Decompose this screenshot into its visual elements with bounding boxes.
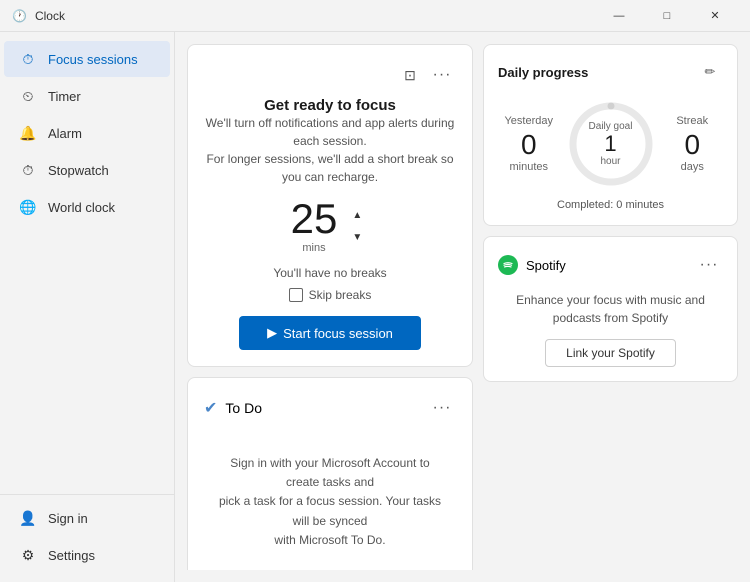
skip-breaks-label: Skip breaks [309, 288, 372, 302]
main-content: ⊡ ··· Get ready to focus We'll turn off … [175, 32, 750, 582]
minimize-button[interactable]: — [596, 0, 642, 32]
sidebar-item-world-clock[interactable]: 🌐 World clock [4, 189, 170, 225]
daily-progress-card: Daily progress ✏ Yesterday 0 minutes [483, 44, 738, 226]
sidebar-item-alarm[interactable]: 🔔 Alarm [4, 115, 170, 151]
streak-unit: days [662, 161, 724, 173]
focus-title: Get ready to focus [204, 97, 456, 114]
todo-card: ✔ To Do ··· Sign in with your Microsoft … [187, 377, 473, 570]
sidebar-item-settings[interactable]: ⚙ Settings [4, 537, 170, 573]
todo-check-icon: ✔ [204, 398, 217, 418]
left-panel: ⊡ ··· Get ready to focus We'll turn off … [187, 44, 473, 570]
todo-more-dots-icon: ··· [433, 399, 452, 417]
sign-in-icon: 👤 [20, 510, 36, 526]
sidebar-label-stopwatch: Stopwatch [48, 163, 109, 178]
completed-text: Completed: 0 minutes [498, 199, 723, 211]
sidebar-nav: ⏱ Focus sessions ⏲ Timer 🔔 Alarm ⏱ Stopw… [0, 40, 174, 494]
spotify-title-group: Spotify [498, 255, 566, 275]
link-spotify-button[interactable]: Link your Spotify [545, 339, 676, 367]
maximize-button[interactable]: □ [644, 0, 690, 32]
focus-card-header: ⊡ ··· [204, 61, 456, 89]
daily-goal-unit: hour [589, 156, 633, 167]
sidebar-label-timer: Timer [48, 89, 81, 104]
spotify-more-dots-icon: ··· [700, 256, 719, 274]
sidebar-item-focus-sessions[interactable]: ⏱ Focus sessions [4, 41, 170, 77]
todo-header: ✔ To Do ··· [204, 394, 456, 422]
app-title: Clock [35, 9, 65, 23]
focus-expand-button[interactable]: ⊡ [396, 61, 424, 89]
titlebar-left: 🕐 Clock [12, 9, 65, 23]
todo-body: Sign in with your Microsoft Account to c… [204, 434, 456, 570]
sidebar-label-settings: Settings [48, 548, 95, 563]
right-panel: Daily progress ✏ Yesterday 0 minutes [483, 44, 738, 570]
todo-title: To Do [225, 400, 262, 416]
titlebar: 🕐 Clock — □ ✕ [0, 0, 750, 32]
sidebar-bottom: 👤 Sign in ⚙ Settings [0, 494, 174, 574]
skip-breaks-checkbox[interactable] [289, 288, 303, 302]
spotify-logo-icon [498, 255, 518, 275]
skip-breaks-group: Skip breaks [204, 288, 456, 302]
progress-ring: Daily goal 1 hour [566, 99, 656, 189]
spotify-card: Spotify ··· Enhance your focus with musi… [483, 236, 738, 382]
more-dots-icon: ··· [433, 66, 452, 84]
todo-title-group: ✔ To Do [204, 398, 262, 418]
sidebar: ⏱ Focus sessions ⏲ Timer 🔔 Alarm ⏱ Stopw… [0, 32, 175, 582]
timer-decrement-button[interactable]: ▼ [345, 227, 369, 247]
streak-value: 0 [662, 131, 724, 159]
yesterday-stat: Yesterday 0 minutes [498, 115, 560, 173]
yesterday-unit: minutes [498, 161, 560, 173]
timer-increment-button[interactable]: ▲ [345, 205, 369, 225]
alarm-icon: 🔔 [20, 125, 36, 141]
todo-more-button[interactable]: ··· [428, 394, 456, 422]
world-clock-icon: 🌐 [20, 199, 36, 215]
timer-section: 25 mins ▲ ▼ [204, 198, 456, 254]
timer-icon: ⏲ [20, 88, 36, 104]
timer-display-group: 25 mins [291, 198, 338, 254]
no-breaks-text: You'll have no breaks [204, 266, 456, 280]
close-button[interactable]: ✕ [692, 0, 738, 32]
sidebar-label-alarm: Alarm [48, 126, 82, 141]
play-icon: ▶ [267, 325, 277, 341]
stopwatch-icon: ⏱ [20, 162, 36, 178]
sidebar-label-focus-sessions: Focus sessions [48, 52, 138, 67]
titlebar-controls: — □ ✕ [596, 0, 738, 32]
yesterday-value: 0 [498, 131, 560, 159]
streak-stat: Streak 0 days [662, 115, 724, 173]
progress-title: Daily progress [498, 65, 588, 80]
spotify-header: Spotify ··· [498, 251, 723, 279]
start-btn-label: Start focus session [283, 326, 393, 341]
timer-unit: mins [291, 242, 338, 254]
sidebar-item-stopwatch[interactable]: ⏱ Stopwatch [4, 152, 170, 188]
spotify-svg [502, 259, 514, 271]
ring-center: Daily goal 1 hour [589, 121, 633, 167]
focus-subtitle: We'll turn off notifications and app ale… [204, 114, 456, 186]
timer-value: 25 [291, 198, 338, 240]
settings-icon: ⚙ [20, 547, 36, 563]
spotify-name: Spotify [526, 258, 566, 273]
sidebar-item-sign-in[interactable]: 👤 Sign in [4, 500, 170, 536]
timer-arrows: ▲ ▼ [345, 205, 369, 247]
focus-sessions-icon: ⏱ [20, 51, 36, 67]
focus-card-actions: ⊡ ··· [396, 61, 456, 89]
focus-card: ⊡ ··· Get ready to focus We'll turn off … [187, 44, 473, 367]
edit-goal-button[interactable]: ✏ [697, 59, 723, 85]
sidebar-label-sign-in: Sign in [48, 511, 88, 526]
stats-row: Yesterday 0 minutes Daily goal 1 hour [498, 99, 723, 189]
streak-label: Streak [662, 115, 724, 127]
sidebar-item-timer[interactable]: ⏲ Timer [4, 78, 170, 114]
app-container: ⏱ Focus sessions ⏲ Timer 🔔 Alarm ⏱ Stopw… [0, 32, 750, 582]
yesterday-label: Yesterday [498, 115, 560, 127]
focus-more-button[interactable]: ··· [428, 61, 456, 89]
spotify-more-button[interactable]: ··· [695, 251, 723, 279]
progress-header: Daily progress ✏ [498, 59, 723, 85]
spotify-desc: Enhance your focus with music and podcas… [498, 291, 723, 327]
start-focus-session-button[interactable]: ▶ Start focus session [239, 316, 421, 350]
daily-goal-value: 1 [589, 132, 633, 156]
clock-icon: 🕐 [12, 9, 27, 23]
sidebar-label-world-clock: World clock [48, 200, 115, 215]
